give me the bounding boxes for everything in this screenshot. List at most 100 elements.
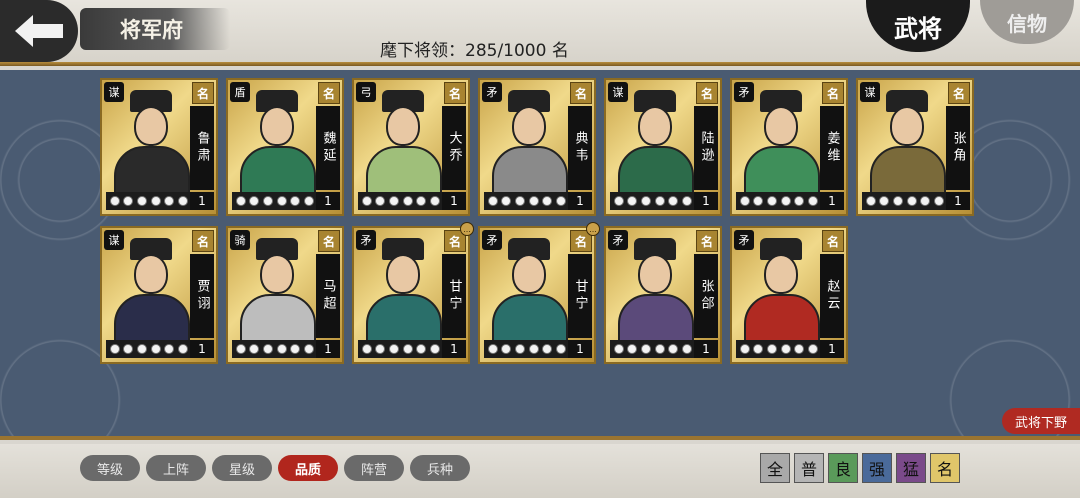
quality-filter[interactable]: 良	[828, 453, 858, 483]
general-card[interactable]: 谋 名鲁肃 1	[100, 78, 218, 216]
star-slot-icon	[487, 196, 498, 206]
star-slot-icon	[627, 344, 638, 354]
dismiss-general-button[interactable]: 武将下野	[1002, 408, 1080, 434]
unit-type-badge: 矛	[482, 230, 502, 250]
star-slot-icon	[780, 196, 791, 206]
head-shape	[638, 254, 672, 294]
general-card[interactable]: 谋 名贾诩 1	[100, 226, 218, 364]
general-card[interactable]: 矛 名姜维 1	[730, 78, 848, 216]
general-card[interactable]: 矛名甘宁 1...	[478, 222, 600, 364]
grade-badge: 名	[570, 82, 592, 104]
star-slot-icon	[109, 344, 120, 354]
quality-filter[interactable]: 名	[930, 453, 960, 483]
sort-button[interactable]: 兵种	[410, 455, 470, 481]
star-slot-icon	[794, 344, 805, 354]
grade-badge: 名	[696, 82, 718, 104]
star-slot-icon	[934, 196, 945, 206]
grade-badge: 名	[192, 82, 214, 104]
star-slot-icon	[263, 344, 274, 354]
star-slot-icon	[375, 196, 386, 206]
star-slot-icon	[361, 344, 372, 354]
body-shape	[240, 294, 316, 340]
star-slot-icon	[739, 344, 750, 354]
general-card[interactable]: 骑 名马超 1	[226, 226, 344, 364]
body-shape	[240, 146, 316, 192]
quality-filter[interactable]: 强	[862, 453, 892, 483]
tab-tokens[interactable]: 信物	[980, 0, 1074, 44]
general-card[interactable]: 矛 名赵云 1	[730, 226, 848, 364]
star-slot-icon	[682, 344, 693, 354]
star-slot-icon	[150, 344, 161, 354]
star-row	[358, 192, 444, 210]
sort-button[interactable]: 星级	[212, 455, 272, 481]
general-card[interactable]: 谋 名陆逊 1	[604, 78, 722, 216]
star-row	[106, 192, 192, 210]
star-slot-icon	[528, 196, 539, 206]
general-card[interactable]: 谋 名张角 1	[856, 78, 974, 216]
star-slot-icon	[402, 196, 413, 206]
general-card[interactable]: 矛 名张郃 1	[604, 226, 722, 364]
unit-type-badge: 矛	[482, 82, 502, 102]
general-card[interactable]: 盾 名魏延 1	[226, 78, 344, 216]
unit-type-badge: 谋	[860, 82, 880, 102]
star-slot-icon	[641, 196, 652, 206]
head-shape	[260, 254, 294, 294]
star-slot-icon	[276, 196, 287, 206]
quality-filter[interactable]: 猛	[896, 453, 926, 483]
general-name: 赵云	[820, 254, 844, 338]
head-shape	[386, 254, 420, 294]
general-card[interactable]: 矛名甘宁 1...	[352, 222, 474, 364]
star-slot-icon	[906, 196, 917, 206]
star-slot-icon	[893, 196, 904, 206]
general-card[interactable]: 矛 名典韦 1	[478, 78, 596, 216]
star-slot-icon	[416, 196, 427, 206]
general-level: 1	[820, 340, 844, 358]
general-level: 1	[190, 192, 214, 210]
general-level: 1	[190, 340, 214, 358]
star-slot-icon	[150, 196, 161, 206]
star-slot-icon	[528, 344, 539, 354]
sort-button[interactable]: 上阵	[146, 455, 206, 481]
general-name: 鲁肃	[190, 106, 214, 190]
general-card[interactable]: 弓 名大乔 1	[352, 78, 470, 216]
grade-badge: 名	[948, 82, 970, 104]
star-slot-icon	[542, 344, 553, 354]
quality-filter[interactable]: 普	[794, 453, 824, 483]
sort-button-group: 等级 上阵 星级 品质 阵营 兵种	[80, 455, 470, 481]
star-slot-icon	[304, 344, 315, 354]
star-row	[736, 192, 822, 210]
grade-badge: 名	[696, 230, 718, 252]
general-level: 1	[316, 192, 340, 210]
general-level: 1	[694, 192, 718, 210]
sort-button[interactable]: 等级	[80, 455, 140, 481]
star-slot-icon	[430, 344, 441, 354]
body-shape	[492, 294, 568, 340]
back-button[interactable]	[0, 0, 78, 62]
unit-type-badge: 骑	[230, 230, 250, 250]
star-slot-icon	[137, 196, 148, 206]
tab-generals[interactable]: 武将	[866, 0, 970, 52]
more-icon: ...	[586, 222, 600, 236]
quality-filter[interactable]: 全	[760, 453, 790, 483]
general-name: 张角	[946, 106, 970, 190]
star-slot-icon	[389, 344, 400, 354]
star-slot-icon	[654, 344, 665, 354]
head-shape	[764, 254, 798, 294]
star-slot-icon	[753, 344, 764, 354]
sort-button[interactable]: 品质	[278, 455, 338, 481]
star-slot-icon	[794, 196, 805, 206]
page-title: 将军府	[80, 8, 230, 50]
sort-button[interactable]: 阵营	[344, 455, 404, 481]
back-arrow-icon	[15, 15, 63, 47]
general-level: 1	[442, 192, 466, 210]
body-shape	[618, 294, 694, 340]
star-row	[232, 192, 318, 210]
general-level: 1	[316, 340, 340, 358]
unit-type-badge: 弓	[356, 82, 376, 102]
bottom-bar: 等级 上阵 星级 品质 阵营 兵种 全普良强猛名	[0, 444, 1080, 498]
head-shape	[134, 106, 168, 146]
star-slot-icon	[290, 196, 301, 206]
star-slot-icon	[767, 196, 778, 206]
body-shape	[492, 146, 568, 192]
star-slot-icon	[430, 196, 441, 206]
